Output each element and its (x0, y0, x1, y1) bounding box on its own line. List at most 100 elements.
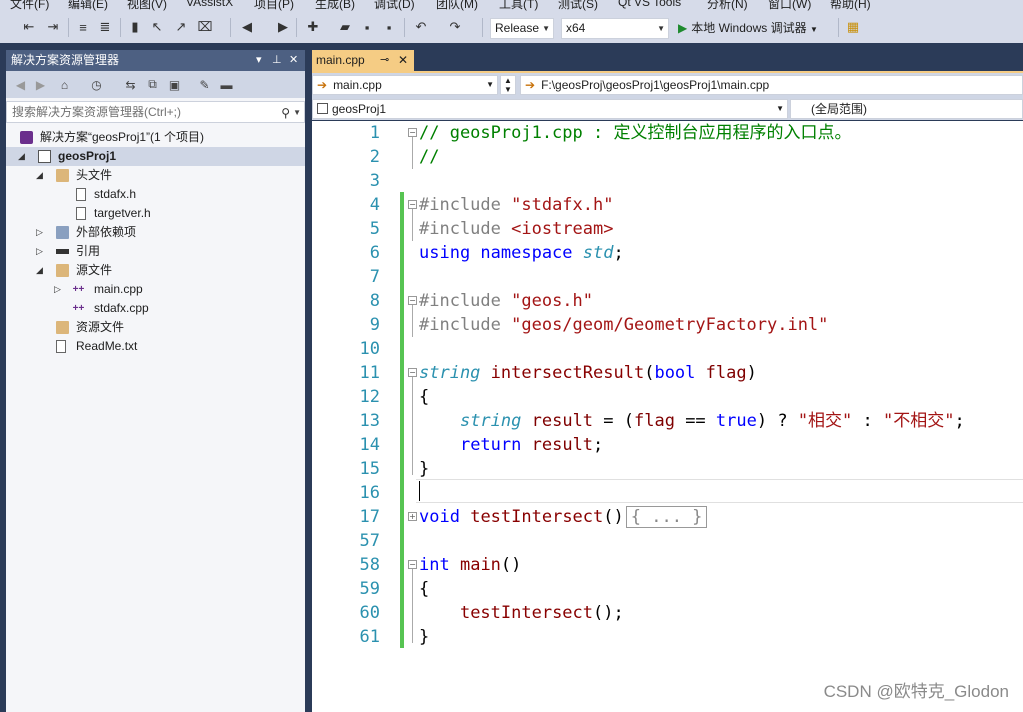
menu-qt-vs-tools[interactable]: Qt VS Tools (618, 0, 681, 9)
platform-select[interactable]: x64 ▼ (561, 18, 669, 39)
line-number: 16 (359, 483, 380, 503)
project-icon (38, 150, 51, 163)
expanded-arrow-icon[interactable]: ◢ (18, 147, 25, 166)
tree-item-stdafx-h[interactable]: stdafx.h (6, 185, 305, 204)
split-stepper[interactable]: ▲ ▼ (500, 75, 516, 95)
menu-tools[interactable]: 工具(T) (499, 0, 538, 12)
code-line: return result; (459, 435, 604, 455)
properties-icon[interactable]: ✎ (196, 76, 213, 93)
solution-search-input[interactable]: 搜索解决方案资源管理器(Ctrl+;) ⚲ ▼ (6, 101, 305, 123)
code-line: void testIntersect(){ ... } (419, 505, 708, 529)
file-dropdown-value: main.cpp (333, 78, 382, 92)
clear-bookmarks-icon[interactable]: ⌧ (196, 18, 214, 36)
close-icon[interactable]: ✕ (289, 50, 298, 71)
menu-team[interactable]: 团队(M) (436, 0, 478, 12)
show-all-files-icon[interactable]: ▣ (166, 76, 183, 93)
tree-item-project[interactable]: ◢ geosProj1 (6, 147, 305, 166)
back-icon[interactable]: ◀ (12, 76, 29, 93)
menu-view[interactable]: 视图(V) (127, 0, 167, 12)
redo-icon[interactable]: ↷ (446, 18, 464, 36)
collapse-all-icon[interactable]: ⧉ (144, 76, 161, 93)
pin-icon[interactable]: ⊥ (272, 50, 282, 71)
chevron-down-icon: ▼ (809, 25, 818, 34)
comment-icon[interactable]: ≡ (74, 18, 92, 36)
collapsed-arrow-icon[interactable]: ▷ (36, 223, 43, 242)
file-dropdown[interactable]: ➔ main.cpp ▼ (312, 75, 498, 95)
folder-icon (56, 169, 69, 182)
expanded-arrow-icon[interactable]: ◢ (36, 261, 43, 280)
external-deps-icon (56, 226, 69, 239)
collapsed-arrow-icon[interactable]: ▷ (54, 280, 61, 299)
collapsed-arrow-icon[interactable]: ▷ (36, 242, 43, 261)
line-number: 5 (369, 219, 380, 239)
tree-item-external-deps[interactable]: ▷ 外部依赖项 (6, 223, 305, 242)
tree-item-references[interactable]: ▷ 引用 (6, 242, 305, 261)
menu-vassistx[interactable]: VAssistX (186, 0, 233, 9)
chevron-down-icon: ▼ (657, 24, 665, 33)
preview-icon[interactable]: ▬ (218, 76, 235, 93)
expanded-arrow-icon[interactable]: ◢ (36, 166, 43, 185)
save-all-icon[interactable]: ▪ (380, 18, 398, 36)
path-dropdown[interactable]: ➔ F:\geosProj\geosProj1\geosProj1\main.cp… (520, 75, 1023, 95)
tree-item-solution[interactable]: 解决方案“geosProj1”(1 个项目) (6, 128, 305, 147)
scope-dropdown[interactable]: (全局范围) (790, 99, 1023, 119)
tree-item-readme[interactable]: ReadMe.txt (6, 337, 305, 356)
new-project-icon[interactable]: ✚ (304, 18, 322, 36)
menu-debug[interactable]: 调试(D) (374, 0, 415, 12)
chevron-down-icon[interactable]: ▼ (293, 103, 301, 123)
text-caret (419, 481, 420, 501)
cpp-file-icon: ++ (72, 284, 85, 295)
tree-item-main-cpp[interactable]: ▷ ++ main.cpp (6, 280, 305, 299)
tree-item-resource-files[interactable]: 资源文件 (6, 318, 305, 337)
pending-changes-icon[interactable]: ◷ (88, 76, 105, 93)
menu-test[interactable]: 测试(S) (558, 0, 598, 12)
configuration-select[interactable]: Release ▼ (490, 18, 554, 39)
tree-item-label: targetver.h (94, 206, 151, 220)
tree-item-stdafx-cpp[interactable]: ++ stdafx.cpp (6, 299, 305, 318)
forward-icon[interactable]: ▶ (274, 18, 292, 36)
pin-icon[interactable]: ⊸ (380, 50, 389, 71)
diagnostics-icon[interactable]: ▦ (844, 18, 862, 36)
undo-icon[interactable]: ↶ (412, 18, 430, 36)
menu-project[interactable]: 项目(P) (254, 0, 294, 12)
collapse-toggle-icon[interactable]: − (408, 368, 417, 377)
collapse-toggle-icon[interactable]: − (408, 200, 417, 209)
menu-build[interactable]: 生成(B) (315, 0, 355, 12)
forward-icon[interactable]: ▶ (32, 76, 49, 93)
menu-window[interactable]: 窗口(W) (768, 0, 811, 12)
code-line: #include "geos.h" (419, 291, 594, 311)
code-line: #include "geos/geom/GeometryFactory.inl" (419, 315, 829, 335)
start-debugger-button[interactable]: ▶ 本地 Windows 调试器 ▼ (678, 18, 818, 38)
next-bookmark-icon[interactable]: ↗ (172, 18, 190, 36)
expand-toggle-icon[interactable]: + (408, 512, 417, 521)
menu-edit[interactable]: 编辑(E) (68, 0, 108, 12)
menu-analyze[interactable]: 分析(N) (707, 0, 748, 12)
bookmark-icon[interactable]: ▮ (126, 18, 144, 36)
code-editor[interactable]: 1 2 3 4 5 6 7 8 9 10 11 12 13 14 15 16 1… (312, 121, 1023, 712)
tree-item-targetver-h[interactable]: targetver.h (6, 204, 305, 223)
tree-item-source-files[interactable]: ◢ 源文件 (6, 261, 305, 280)
project-dropdown[interactable]: geosProj1 ▼ (312, 99, 788, 119)
outdent-icon[interactable]: ⇤ (20, 18, 38, 36)
save-icon[interactable]: ▪ (358, 18, 376, 36)
collapsed-code-block[interactable]: { ... } (625, 506, 708, 528)
tab-main-cpp[interactable]: main.cpp ⊸ ✕ (312, 50, 414, 71)
home-icon[interactable]: ⌂ (56, 76, 73, 93)
panel-menu-icon[interactable]: ▾ (256, 50, 262, 71)
prev-bookmark-icon[interactable]: ↖ (148, 18, 166, 36)
menu-help[interactable]: 帮助(H) (830, 0, 871, 12)
menu-file[interactable]: 文件(F) (10, 0, 49, 12)
indent-icon[interactable]: ⇥ (44, 18, 62, 36)
line-number: 17 (359, 507, 380, 527)
close-icon[interactable]: ✕ (398, 50, 408, 71)
line-number: 58 (359, 555, 380, 575)
collapse-toggle-icon[interactable]: − (408, 128, 417, 137)
collapse-toggle-icon[interactable]: − (408, 560, 417, 569)
search-icon[interactable]: ⚲ (281, 103, 290, 123)
open-file-icon[interactable]: ▰ (336, 18, 354, 36)
sync-icon[interactable]: ⇆ (122, 76, 139, 93)
uncomment-icon[interactable]: ≣ (96, 18, 114, 36)
collapse-toggle-icon[interactable]: − (408, 296, 417, 305)
tree-item-header-files[interactable]: ◢ 头文件 (6, 166, 305, 185)
back-icon[interactable]: ◀ (238, 18, 256, 36)
